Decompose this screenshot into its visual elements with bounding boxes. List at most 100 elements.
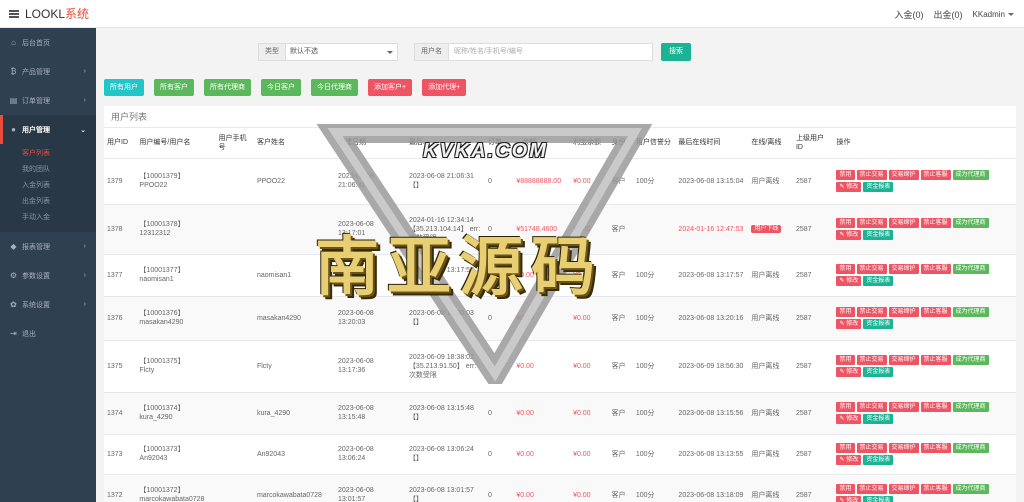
- ban-service-button[interactable]: 禁止客服: [920, 484, 951, 494]
- deposit-link[interactable]: 入金(0): [895, 8, 924, 21]
- submenu-deposit-list[interactable]: 入金列表: [0, 178, 96, 194]
- ban-trade-button[interactable]: 禁止交易: [856, 307, 887, 317]
- edit-button[interactable]: ✎ 修改: [836, 319, 862, 329]
- ban-service-button[interactable]: 禁止客服: [920, 264, 951, 274]
- make-agent-button[interactable]: 成为代理商: [952, 443, 989, 453]
- col-created[interactable]: 创建日期: [335, 128, 406, 159]
- add-customer-button[interactable]: 添加客户+: [368, 79, 413, 96]
- submenu-my-team[interactable]: 我的团队: [0, 162, 96, 178]
- disable-button[interactable]: 禁用: [836, 443, 855, 453]
- col-realname[interactable]: 客户姓名: [253, 128, 336, 159]
- search-button[interactable]: 搜索: [661, 43, 691, 61]
- col-online-time[interactable]: 最后在线时间: [675, 128, 749, 159]
- trade-maintain-button[interactable]: 交易缔护: [888, 170, 919, 180]
- fund-report-button[interactable]: 资金报表: [863, 496, 894, 502]
- sidebar-item-params[interactable]: ⚙ 参数设置 ›: [0, 261, 96, 290]
- ban-service-button[interactable]: 禁止客服: [920, 355, 951, 365]
- fund-report-button[interactable]: 资金报表: [863, 230, 894, 240]
- make-agent-button[interactable]: 成为代理商: [952, 484, 989, 494]
- ban-trade-button[interactable]: 禁止交易: [856, 484, 887, 494]
- admin-dropdown[interactable]: KKadmin: [973, 10, 1014, 19]
- fund-report-button[interactable]: 资金报表: [863, 455, 894, 465]
- withdraw-link[interactable]: 出金(0): [934, 8, 963, 21]
- col-role[interactable]: 身份: [608, 128, 633, 159]
- fund-report-button[interactable]: 资金报表: [863, 367, 894, 377]
- edit-button[interactable]: ✎ 修改: [836, 230, 862, 240]
- ban-trade-button[interactable]: 禁止交易: [856, 170, 887, 180]
- disable-button[interactable]: 禁用: [836, 355, 855, 365]
- col-lb-balance[interactable]: 利宝余额: [570, 128, 609, 159]
- sidebar-item-logout[interactable]: ⇥ 退出: [0, 319, 96, 348]
- tab-today-agents[interactable]: 今日代理商: [311, 79, 358, 96]
- col-user-id[interactable]: 用户ID: [104, 128, 137, 159]
- col-parent[interactable]: 上级用户ID: [792, 128, 834, 159]
- fund-report-button[interactable]: 资金报表: [863, 414, 894, 424]
- make-agent-button[interactable]: 成为代理商: [952, 307, 989, 317]
- search-input[interactable]: 昵称/姓名/手机号/编号: [449, 43, 653, 61]
- submenu-customer-list[interactable]: 客户列表: [0, 146, 96, 162]
- fund-report-button[interactable]: 资金报表: [863, 319, 894, 329]
- trade-maintain-button[interactable]: 交易缔护: [888, 218, 919, 228]
- edit-button[interactable]: ✎ 修改: [836, 414, 862, 424]
- disable-button[interactable]: 禁用: [836, 264, 855, 274]
- trade-maintain-button[interactable]: 交易缔护: [888, 443, 919, 453]
- trade-maintain-button[interactable]: 交易缔护: [888, 355, 919, 365]
- edit-button[interactable]: ✎ 修改: [836, 367, 862, 377]
- sidebar-item-reports[interactable]: ◆ 报表管理 ›: [0, 232, 96, 261]
- sidebar-item-orders[interactable]: ▤ 订单管理 ›: [0, 86, 96, 115]
- col-orders[interactable]: 订单: [484, 128, 514, 159]
- submenu-manual-deposit[interactable]: 手动入金: [0, 210, 96, 226]
- col-balance[interactable]: ...余额: [513, 128, 571, 159]
- type-select[interactable]: 默认不选: [286, 43, 398, 61]
- trade-maintain-button[interactable]: 交易缔护: [888, 484, 919, 494]
- col-status[interactable]: 在线/离线: [748, 128, 793, 159]
- fund-report-button[interactable]: 资金报表: [863, 276, 894, 286]
- tab-all-agents[interactable]: 所有代理商: [204, 79, 251, 96]
- ban-service-button[interactable]: 禁止客服: [920, 443, 951, 453]
- col-user-code[interactable]: 用户编号/用户名: [136, 128, 216, 159]
- col-score[interactable]: 用户信誉分: [632, 128, 676, 159]
- cell-role: 客户: [608, 392, 633, 435]
- sidebar-item-products[interactable]: ₿ 产品管理 ›: [0, 57, 96, 86]
- col-phone[interactable]: 用户手机号: [215, 128, 254, 159]
- tab-all-users[interactable]: 所有用户: [104, 79, 144, 96]
- disable-button[interactable]: 禁用: [836, 484, 855, 494]
- make-agent-button[interactable]: 成为代理商: [952, 264, 989, 274]
- make-agent-button[interactable]: 成为代理商: [952, 170, 989, 180]
- disable-button[interactable]: 禁用: [836, 218, 855, 228]
- ban-trade-button[interactable]: 禁止交易: [856, 443, 887, 453]
- edit-button[interactable]: ✎ 修改: [836, 276, 862, 286]
- ban-service-button[interactable]: 禁止客服: [920, 218, 951, 228]
- make-agent-button[interactable]: 成为代理商: [952, 218, 989, 228]
- sidebar-item-users[interactable]: ● 用户管理 ⌄: [0, 115, 96, 144]
- ban-trade-button[interactable]: 禁止交易: [856, 218, 887, 228]
- disable-button[interactable]: 禁用: [836, 307, 855, 317]
- make-agent-button[interactable]: 成为代理商: [952, 402, 989, 412]
- trade-maintain-button[interactable]: 交易缔护: [888, 307, 919, 317]
- trade-maintain-button[interactable]: 交易缔护: [888, 402, 919, 412]
- ban-service-button[interactable]: 禁止客服: [920, 170, 951, 180]
- ban-service-button[interactable]: 禁止客服: [920, 307, 951, 317]
- edit-button[interactable]: ✎ 修改: [836, 182, 862, 192]
- tab-all-customers[interactable]: 所有客户: [154, 79, 194, 96]
- col-last[interactable]: 最后...: [405, 128, 485, 159]
- edit-button[interactable]: ✎ 修改: [836, 496, 862, 502]
- add-agent-button[interactable]: 添加代理+: [422, 79, 467, 96]
- sidebar-item-home[interactable]: ⌂ 后台首页: [0, 28, 96, 57]
- fund-report-button[interactable]: 资金报表: [863, 182, 894, 192]
- trade-maintain-button[interactable]: 交易缔护: [888, 264, 919, 274]
- make-agent-button[interactable]: 成为代理商: [952, 355, 989, 365]
- hamburger-menu-icon[interactable]: [9, 9, 19, 18]
- submenu-withdraw-list[interactable]: 出金列表: [0, 194, 96, 210]
- ban-trade-button[interactable]: 禁止交易: [856, 264, 887, 274]
- ban-service-button[interactable]: 禁止客服: [920, 402, 951, 412]
- tab-today-customers[interactable]: 今日客户: [261, 79, 301, 96]
- ban-trade-button[interactable]: 禁止交易: [856, 402, 887, 412]
- edit-button[interactable]: ✎ 修改: [836, 455, 862, 465]
- cell-score: [632, 204, 676, 255]
- disable-button[interactable]: 禁用: [836, 170, 855, 180]
- ban-trade-button[interactable]: 禁止交易: [856, 355, 887, 365]
- sidebar-item-system[interactable]: ✿ 系统设置 ›: [0, 290, 96, 319]
- disable-button[interactable]: 禁用: [836, 402, 855, 412]
- cell-online-time: 2023-06-08 13:18:09: [675, 474, 749, 502]
